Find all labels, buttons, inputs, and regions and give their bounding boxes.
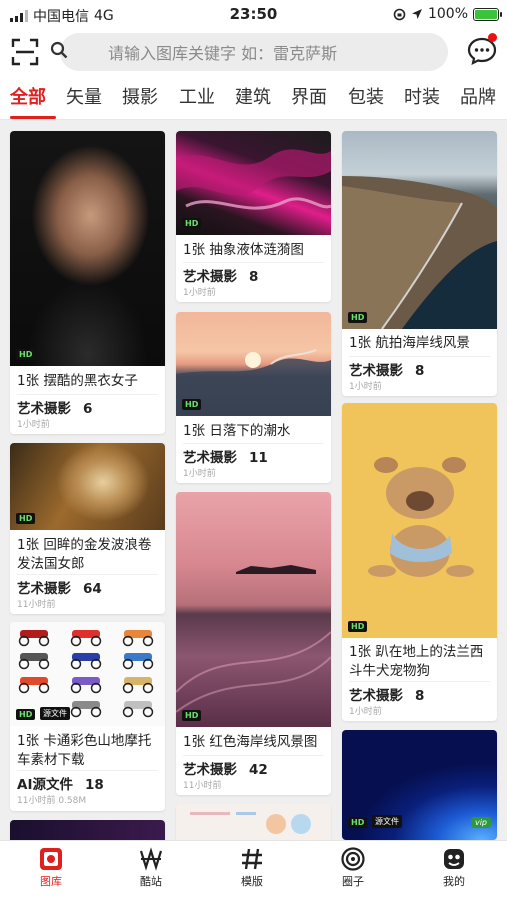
search-icon: [50, 41, 68, 59]
source-file-badge: 源文件: [40, 707, 70, 720]
card-image: HD: [10, 443, 165, 530]
gallery-icon: [40, 848, 62, 870]
hd-badge: HD: [16, 709, 36, 720]
card-time: 1小时前: [183, 469, 216, 479]
card-time: 1小时前: [349, 382, 382, 392]
card-title: 1张 红色海岸线风景图: [183, 734, 318, 750]
card-category: 艺术摄影: [183, 762, 237, 778]
templates-icon: [242, 848, 262, 870]
card-count: 42: [249, 762, 268, 778]
card-image: HD: [342, 403, 497, 638]
gallery-card-red-coast[interactable]: HD 1张 红色海岸线风景图 艺术摄影 42 11小时前: [176, 492, 331, 795]
gallery-card-aerial-coast[interactable]: HD 1张 航拍海岸线风景 艺术摄影 8 1小时前: [342, 131, 497, 396]
nav-templates[interactable]: 模版: [222, 847, 282, 889]
nav-circle[interactable]: 圈子: [323, 847, 383, 889]
gallery-card-blue-globe[interactable]: HD 源文件 vip: [342, 730, 497, 840]
hd-badge: HD: [348, 817, 368, 828]
gallery-card-motorcycles[interactable]: HD 源文件 1张 卡通彩色山地摩托车素材下载 AI源文件 18 11小时前 0.…: [10, 622, 165, 811]
tab-photography[interactable]: 摄影: [122, 83, 158, 109]
app-root: { "status_bar": {"carrier": "中国电信", "net…: [0, 0, 507, 900]
card-count: 8: [415, 363, 425, 379]
card-category: 艺术摄影: [17, 401, 71, 417]
hd-badge: HD: [16, 513, 36, 524]
tab-fashion[interactable]: 时装: [404, 83, 440, 109]
search-placeholder: 请输入图库关键字 如：雷克萨斯: [108, 44, 338, 63]
card-time: 11小时前 0.58M: [17, 796, 87, 806]
tab-industrial[interactable]: 工业: [179, 83, 215, 109]
gallery-card-abstract-liquid[interactable]: HD 1张 抽象液体涟漪图 艺术摄影 8 1小时前: [176, 131, 331, 302]
circle-icon: [341, 847, 365, 871]
battery-icon: [473, 7, 502, 21]
gallery-card-partial[interactable]: [176, 804, 331, 844]
search-input[interactable]: 请输入图库关键字 如：雷克萨斯: [60, 33, 448, 71]
card-title: 1张 回眸的金发波浪卷发法国女郎: [17, 537, 152, 572]
bottom-nav: 图库 酷站 模版 圈子 我的: [0, 840, 507, 900]
tab-brand[interactable]: 品牌: [460, 83, 496, 109]
card-count: 11: [249, 450, 268, 466]
card-time: 1小时前: [183, 288, 216, 298]
category-tabs: 全部 矢量 摄影 工业 建筑 界面 包装 时装 品牌: [0, 76, 507, 120]
profile-icon: [444, 849, 464, 869]
notification-dot: [488, 33, 497, 42]
hd-badge: HD: [348, 312, 368, 323]
card-time: 11小时前: [17, 600, 56, 610]
card-category: 艺术摄影: [183, 450, 237, 466]
card-time: 11小时前: [183, 781, 222, 791]
card-category: 艺术摄影: [183, 269, 237, 285]
card-time: 1小时前: [349, 707, 382, 717]
card-category: 艺术摄影: [349, 363, 403, 379]
hd-badge: HD: [182, 710, 202, 721]
card-image: HD: [176, 312, 331, 416]
card-time: 1小时前: [17, 420, 50, 430]
gallery-card-blonde-woman[interactable]: HD 1张 回眸的金发波浪卷发法国女郎 艺术摄影 64 11小时前: [10, 443, 165, 614]
tab-all[interactable]: 全部: [10, 83, 46, 109]
battery-percent: 100%: [427, 6, 468, 22]
scan-icon[interactable]: [11, 38, 39, 66]
card-category: AI源文件: [17, 777, 73, 793]
card-count: 64: [83, 581, 102, 597]
gallery-card-french-bulldog[interactable]: HD 1张 趴在地上的法兰西斗牛犬宠物狗 艺术摄影 8 1小时前: [342, 403, 497, 721]
nav-profile[interactable]: 我的: [424, 847, 484, 889]
nav-cool-sites[interactable]: 酷站: [121, 847, 181, 889]
card-count: 8: [249, 269, 259, 285]
header: 请输入图库关键字 如：雷克萨斯: [0, 30, 507, 76]
card-title: 1张 日落下的潮水: [183, 423, 291, 439]
tab-architecture[interactable]: 建筑: [235, 83, 271, 109]
card-count: 6: [83, 401, 93, 417]
source-file-badge: 源文件: [372, 815, 402, 828]
card-image: HD: [342, 131, 497, 329]
hd-badge: HD: [182, 399, 202, 410]
card-image: HD: [176, 131, 331, 235]
nav-gallery[interactable]: 图库: [21, 847, 81, 889]
card-image: HD: [10, 131, 165, 366]
vip-badge: vip: [470, 817, 491, 828]
card-title: 1张 摆酷的黑衣女子: [17, 373, 138, 389]
card-title: 1张 趴在地上的法兰西斗牛犬宠物狗: [349, 644, 484, 679]
card-category: 艺术摄影: [17, 581, 71, 597]
card-title: 1张 抽象液体涟漪图: [183, 242, 304, 258]
location-icon: [411, 9, 422, 19]
cool-sites-icon: [139, 847, 163, 871]
lock-rotation-icon: [393, 8, 406, 20]
card-count: 18: [84, 777, 104, 793]
status-bar: 中国电信 4G 23:50 100%: [0, 0, 507, 30]
card-category: 艺术摄影: [349, 688, 403, 704]
hd-badge: HD: [182, 218, 202, 229]
active-tab-indicator: [10, 116, 56, 119]
card-title: 1张 卡通彩色山地摩托车素材下载: [17, 733, 152, 768]
hd-badge: HD: [16, 349, 36, 360]
hd-badge: HD: [348, 621, 368, 632]
card-image: HD 源文件: [10, 622, 165, 726]
tab-vector[interactable]: 矢量: [66, 83, 102, 109]
tab-interface[interactable]: 界面: [291, 83, 327, 109]
gallery-card-sunset-tide[interactable]: HD 1张 日落下的潮水 艺术摄影 11 1小时前: [176, 312, 331, 483]
card-count: 8: [415, 688, 425, 704]
card-title: 1张 航拍海岸线风景: [349, 335, 470, 351]
card-image: HD: [176, 492, 331, 727]
gallery-card-woman-black[interactable]: HD 1张 摆酷的黑衣女子 艺术摄影 6 1小时前: [10, 131, 165, 434]
tab-packaging[interactable]: 包装: [348, 83, 384, 109]
